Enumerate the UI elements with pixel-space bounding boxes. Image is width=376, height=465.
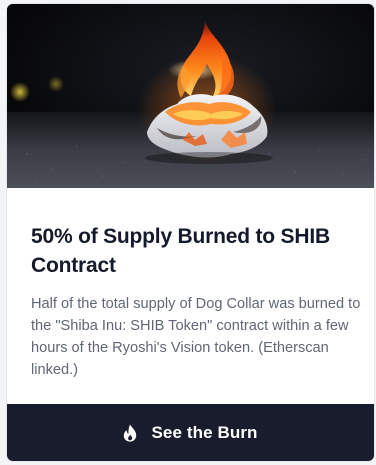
burning-paper-image [7, 4, 374, 188]
card-description: Half of the total supply of Dog Collar w… [31, 296, 361, 378]
article-card: 50% of Supply Burned to SHIB Contract Ha… [7, 4, 374, 461]
card-body: 50% of Supply Burned to SHIB Contract Ha… [7, 188, 374, 404]
see-the-burn-button[interactable]: See the Burn [7, 404, 374, 461]
see-the-burn-label: See the Burn [151, 422, 258, 442]
card-title: 50% of Supply Burned to SHIB Contract [31, 225, 330, 277]
flame-icon [123, 424, 137, 442]
